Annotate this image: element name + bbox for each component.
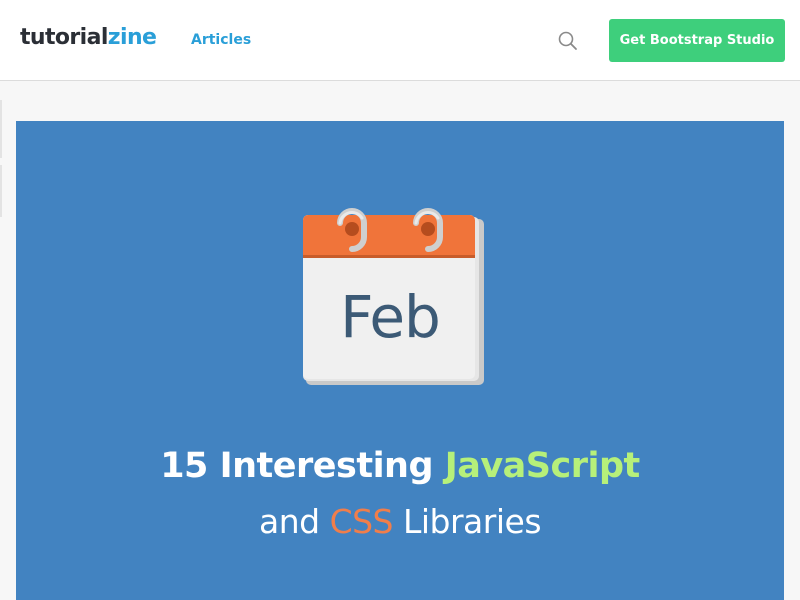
article-subtitle[interactable]: and CSS Libraries <box>16 501 784 543</box>
calendar-month-label: Feb <box>340 283 441 351</box>
site-logo[interactable]: tutorialzine <box>20 24 157 52</box>
get-bootstrap-studio-button[interactable]: Get Bootstrap Studio <box>609 19 785 62</box>
nav-articles-link[interactable]: Articles <box>191 30 251 50</box>
article-title[interactable]: 15 Interesting JavaScript <box>16 445 784 487</box>
search-button[interactable] <box>557 30 579 52</box>
hero-card[interactable]: Feb 15 Interesting JavaScript and CSS Li… <box>16 121 784 600</box>
title-prefix: 15 Interesting <box>160 446 445 486</box>
logo-text-zine: zine <box>107 25 157 50</box>
title-highlight-javascript: JavaScript <box>444 446 641 486</box>
subtitle-suffix: Libraries <box>393 502 542 541</box>
search-icon <box>558 31 577 50</box>
edge-tab <box>0 100 2 158</box>
subtitle-highlight-css: CSS <box>329 502 394 541</box>
logo-text-tutorial: tutorial <box>20 25 108 50</box>
edge-tab <box>0 165 2 217</box>
site-header: tutorialzine Articles Get Bootstrap Stud… <box>0 0 800 81</box>
subtitle-prefix: and <box>258 502 330 541</box>
